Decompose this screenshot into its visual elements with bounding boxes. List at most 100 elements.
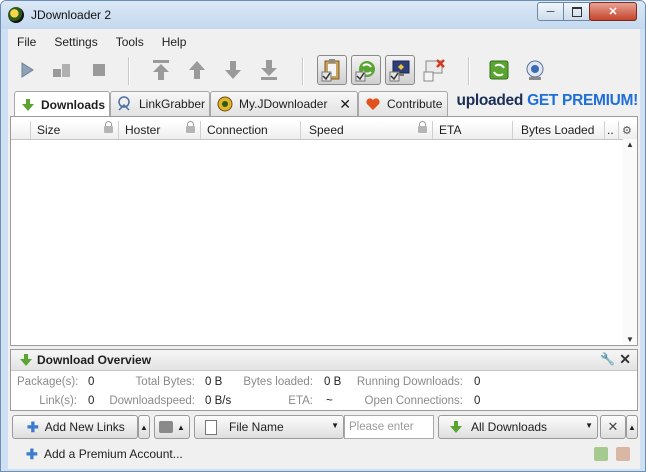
eta-label: ETA: (288, 395, 313, 407)
stop-downloads-button[interactable] (86, 57, 112, 83)
menu-bar: File Settings Tools Help (8, 32, 195, 52)
package-icon (159, 421, 173, 433)
close-icon: ✕ (608, 6, 618, 18)
update-button[interactable] (486, 57, 512, 83)
update-icon (489, 60, 509, 80)
tab-myjdownloader[interactable]: My.JDownloader ✕ (210, 91, 358, 116)
minimize-icon: ─ (546, 5, 555, 18)
downloadspeed-label: Downloadspeed: (109, 395, 195, 407)
start-downloads-button[interactable] (14, 57, 40, 83)
caret-down-icon: ▼ (331, 421, 339, 430)
tab-contribute[interactable]: Contribute (358, 91, 448, 116)
menu-tools[interactable]: Tools (107, 32, 153, 52)
auto-reconnect-toggle[interactable] (351, 55, 381, 85)
lock-icon[interactable] (104, 121, 113, 133)
column-settings-button[interactable]: ⚙ (619, 121, 637, 139)
tools-icon: ✕ (607, 419, 619, 434)
play-icon (21, 62, 34, 78)
download-overview-panel: Download Overview 🔧 ✕ Package(s): 0 Tota… (10, 349, 638, 411)
total-bytes-label: Total Bytes: (135, 376, 195, 388)
packages-label: Package(s): (17, 376, 79, 388)
bytes-loaded-label: Bytes loaded: (243, 376, 313, 388)
close-icon[interactable]: ✕ (619, 351, 631, 368)
add-premium-account-link[interactable]: Add a Premium Account... (44, 447, 183, 461)
plus-icon: ✚ (26, 446, 38, 462)
toolbar (8, 53, 640, 89)
packages-value: 0 (88, 376, 95, 388)
silent-mode-toggle[interactable] (421, 57, 447, 83)
download-arrow-icon (22, 98, 34, 111)
move-up-button[interactable] (184, 57, 210, 83)
lock-icon[interactable] (186, 121, 195, 133)
bytes-loaded-value: 0 B (324, 376, 342, 388)
caret-down-icon: ▼ (585, 421, 593, 430)
menu-help[interactable]: Help (153, 32, 196, 52)
download-arrow-icon (450, 421, 462, 433)
table-scrollbar[interactable]: ▲ ▼ (623, 139, 637, 345)
move-top-button[interactable] (148, 57, 174, 83)
table-header: Size Hoster Connection Speed ETA Bytes L… (11, 121, 637, 140)
add-links-menu-button[interactable]: ▲ (138, 415, 150, 439)
column-size[interactable]: Size (31, 121, 119, 139)
links-value: 0 (88, 395, 95, 407)
title-bar[interactable]: JDownloader 2 ─ ✕ (1, 1, 645, 29)
open-connections-label: Open Connections: (364, 395, 463, 407)
column-eta[interactable]: ETA (433, 121, 513, 139)
package-actions-button[interactable]: ▲ (154, 415, 190, 439)
column-hoster[interactable]: Hoster (119, 121, 201, 139)
plus-icon: ✚ (27, 418, 39, 435)
wrench-icon[interactable]: 🔧 (600, 352, 615, 366)
document-icon (205, 419, 217, 435)
premium-toggle[interactable] (385, 55, 415, 85)
caret-up-icon: ▲ (628, 422, 636, 432)
column-bytes-loaded[interactable]: Bytes Loaded (513, 121, 605, 139)
total-bytes-value: 0 B (205, 376, 223, 388)
search-field-label: File Name (229, 420, 284, 434)
download-table: Size Hoster Connection Speed ETA Bytes L… (10, 116, 638, 346)
premium-banner[interactable]: uploaded GET PREMIUM! (457, 92, 639, 110)
pause-downloads-button[interactable] (48, 57, 74, 83)
lock-icon[interactable] (418, 121, 427, 133)
scroll-up-icon[interactable]: ▲ (626, 140, 634, 149)
heart-icon (366, 98, 380, 110)
download-filter-selector[interactable]: All Downloads ▼ (438, 415, 598, 439)
menu-settings[interactable]: Settings (45, 32, 106, 52)
tab-downloads[interactable]: Downloads (14, 91, 110, 117)
column-handle[interactable] (11, 121, 31, 139)
overview-header: Download Overview 🔧 ✕ (11, 350, 637, 371)
tab-close-icon[interactable]: ✕ (339, 96, 351, 113)
close-button[interactable]: ✕ (589, 2, 637, 21)
caret-up-icon: ▲ (177, 422, 185, 432)
tab-linkgrabber[interactable]: LinkGrabber (110, 91, 210, 116)
running-downloads-value: 0 (474, 376, 481, 388)
main-client-area: File Settings Tools Help Downloads LinkG… (8, 29, 640, 469)
clipboard-icon (321, 59, 340, 82)
bottom-settings-menu-button[interactable]: ▲ (626, 415, 638, 439)
menu-file[interactable]: File (8, 32, 45, 52)
scroll-down-icon[interactable]: ▼ (626, 335, 634, 344)
links-label: Link(s): (39, 395, 77, 407)
bottom-bar: ✚ Add New Links ▲ ▲ File Name ▼ All Down… (8, 415, 640, 441)
move-down-button[interactable] (220, 57, 246, 83)
move-up-icon (189, 61, 205, 79)
move-to-bottom-icon (261, 60, 277, 80)
add-new-links-button[interactable]: ✚ Add New Links (12, 415, 138, 439)
linkgrabber-icon (118, 96, 130, 111)
tray-update-icon[interactable] (594, 447, 608, 461)
minimize-button[interactable]: ─ (537, 2, 564, 21)
tab-downloads-label: Downloads (41, 97, 106, 112)
reconnect-button[interactable] (522, 57, 548, 83)
maximize-button[interactable] (563, 2, 590, 21)
myjd-icon (217, 96, 233, 112)
clipboard-observer-toggle[interactable] (317, 55, 347, 85)
move-to-top-icon (153, 60, 169, 80)
search-input[interactable] (344, 415, 434, 439)
column-speed[interactable]: Speed (301, 121, 433, 139)
maximize-icon (571, 6, 582, 17)
search-field-selector[interactable]: File Name ▼ (194, 415, 344, 439)
column-more[interactable]: .. (605, 121, 619, 139)
move-bottom-button[interactable] (256, 57, 282, 83)
column-connection[interactable]: Connection (201, 121, 301, 139)
bottom-settings-button[interactable]: ✕ (600, 415, 626, 439)
tray-premium-icon[interactable] (616, 447, 630, 461)
